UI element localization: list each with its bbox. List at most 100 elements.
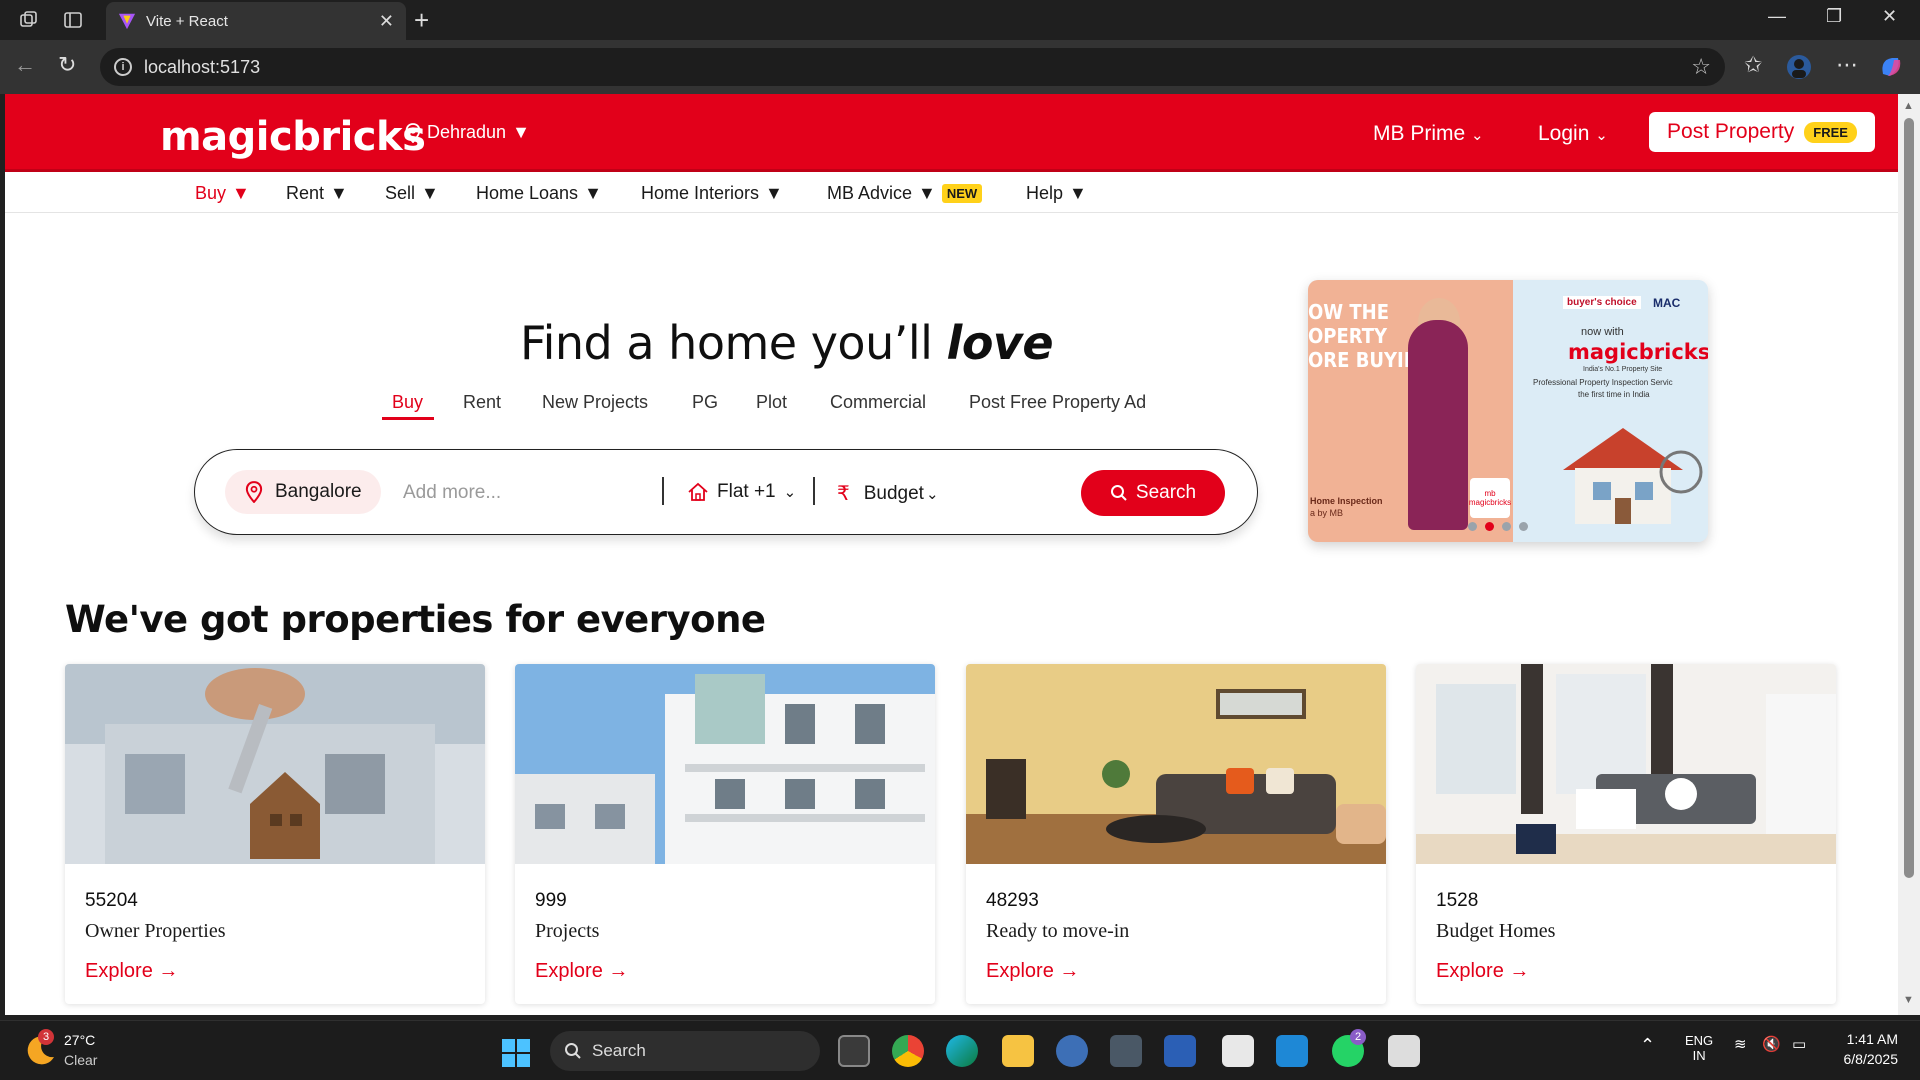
mb-prime-menu[interactable]: MB Prime ⌄ bbox=[1373, 122, 1484, 146]
search-tab-pg[interactable]: PG bbox=[692, 392, 718, 413]
location-pin-icon bbox=[405, 122, 421, 143]
workspaces-icon[interactable] bbox=[14, 5, 44, 35]
search-tab-rent[interactable]: Rent bbox=[463, 392, 501, 413]
search-tab-commercial[interactable]: Commercial bbox=[830, 392, 926, 413]
nav-item-home-interiors[interactable]: Home Interiors ▼ bbox=[641, 183, 783, 204]
explore-link[interactable]: Explore → bbox=[986, 960, 1079, 983]
region-code: IN bbox=[1692, 1048, 1706, 1063]
login-label: Login bbox=[1538, 122, 1590, 145]
page-scrollbar[interactable]: ▲ ▼ bbox=[1898, 94, 1920, 1015]
taskbar-search[interactable]: Search bbox=[550, 1031, 820, 1071]
reload-icon[interactable]: ↻ bbox=[58, 52, 76, 78]
new-tab-button[interactable]: + bbox=[414, 4, 429, 36]
chrome-icon[interactable] bbox=[892, 1035, 924, 1067]
language-indicator[interactable]: ENG IN bbox=[1685, 1033, 1713, 1063]
chevron-down-icon: ⌄ bbox=[1595, 127, 1608, 144]
task-view-icon[interactable] bbox=[838, 1035, 870, 1067]
card-label: Projects bbox=[535, 920, 600, 942]
scroll-down-icon[interactable]: ▼ bbox=[1903, 994, 1914, 1006]
scrollbar-thumb[interactable] bbox=[1904, 118, 1914, 878]
property-card-budget[interactable]: 1528 Budget Homes Explore → bbox=[1416, 664, 1836, 1004]
favorites-icon[interactable]: ✩ bbox=[1744, 52, 1762, 78]
property-type-dropdown[interactable]: Flat +1 ⌄ bbox=[687, 481, 796, 503]
property-card-owner[interactable]: 55204 Owner Properties Explore → bbox=[65, 664, 485, 1004]
section-title: We've got properties for everyone bbox=[65, 598, 766, 641]
edge-icon[interactable] bbox=[946, 1035, 978, 1067]
tab-actions-icon[interactable] bbox=[58, 5, 88, 35]
apartment-building-image bbox=[515, 664, 935, 864]
budget-dropdown[interactable]: ₹ Budget ⌄ bbox=[837, 481, 939, 506]
nav-item-mb-advice[interactable]: MB Advice ▼ NEW bbox=[827, 183, 983, 204]
file-explorer-icon[interactable] bbox=[1002, 1035, 1034, 1067]
battery-icon[interactable]: ▭ bbox=[1792, 1035, 1806, 1053]
nav-label: Buy bbox=[195, 183, 227, 203]
close-window-icon[interactable]: ✕ bbox=[1882, 6, 1897, 27]
vite-favicon-icon bbox=[118, 13, 136, 30]
chevron-down-icon: ⌄ bbox=[925, 485, 939, 503]
minimize-icon[interactable]: — bbox=[1768, 6, 1786, 27]
login-menu[interactable]: Login ⌄ bbox=[1538, 122, 1608, 146]
wifi-icon[interactable]: ≋ bbox=[1734, 1035, 1747, 1053]
back-icon[interactable]: ← bbox=[14, 52, 36, 78]
banner-headline-1: OW THE bbox=[1308, 300, 1390, 324]
budget-value: Budget bbox=[863, 482, 924, 504]
hero-title-emphasis: love bbox=[946, 316, 1054, 370]
nav-item-buy[interactable]: Buy ▼ bbox=[195, 183, 250, 204]
word-icon[interactable] bbox=[1164, 1035, 1196, 1067]
chatgpt-icon[interactable] bbox=[1222, 1035, 1254, 1067]
close-tab-icon[interactable]: ✕ bbox=[379, 11, 394, 32]
more-options-icon[interactable]: ⋯ bbox=[1836, 52, 1858, 78]
explore-link[interactable]: Explore → bbox=[85, 960, 178, 983]
carousel-dot[interactable] bbox=[1468, 522, 1477, 531]
search-tab-new-projects[interactable]: New Projects bbox=[542, 392, 648, 413]
camera-icon[interactable] bbox=[1110, 1035, 1142, 1067]
favorite-star-icon[interactable]: ☆ bbox=[1691, 54, 1711, 80]
location-chip[interactable]: Bangalore bbox=[225, 470, 381, 514]
post-property-button[interactable]: Post Property FREE bbox=[1649, 112, 1875, 152]
search-tab-plot[interactable]: Plot bbox=[756, 392, 787, 413]
active-tab-underline bbox=[382, 417, 434, 420]
nav-item-help[interactable]: Help ▼ bbox=[1026, 183, 1087, 204]
property-card-ready[interactable]: 48293 Ready to move-in Explore → bbox=[966, 664, 1386, 1004]
city-selector[interactable]: Dehradun ▼ bbox=[405, 122, 530, 143]
carousel-dot[interactable] bbox=[1519, 522, 1528, 531]
search-tab-post-free-ad[interactable]: Post Free Property Ad bbox=[969, 392, 1146, 413]
profile-avatar[interactable] bbox=[1786, 54, 1812, 86]
banner-tagline: India's No.1 Property Site bbox=[1583, 366, 1663, 373]
mac-logo: MAC bbox=[1653, 296, 1681, 310]
nav-item-home-loans[interactable]: Home Loans ▼ bbox=[476, 183, 602, 204]
volume-muted-icon[interactable]: 🔇 bbox=[1762, 1035, 1781, 1053]
card-label: Ready to move-in bbox=[986, 920, 1130, 942]
location-input[interactable]: Add more... bbox=[403, 482, 501, 504]
scroll-up-icon[interactable]: ▲ bbox=[1903, 100, 1914, 112]
restore-icon[interactable]: ❐ bbox=[1826, 6, 1842, 27]
banner-brand: magicbricks bbox=[1568, 340, 1708, 364]
tab-title: Vite + React bbox=[146, 12, 228, 30]
caret-down-icon: ▼ bbox=[918, 183, 936, 203]
taskbar-search-label: Search bbox=[592, 1041, 646, 1060]
explore-link[interactable]: Explore → bbox=[1436, 960, 1529, 983]
nav-item-rent[interactable]: Rent ▼ bbox=[286, 183, 348, 204]
explore-link[interactable]: Explore → bbox=[535, 960, 628, 983]
copilot-icon[interactable] bbox=[1878, 54, 1904, 86]
settings-icon[interactable] bbox=[1056, 1035, 1088, 1067]
property-card-projects[interactable]: 999 Projects Explore → bbox=[515, 664, 935, 1004]
start-button[interactable] bbox=[502, 1039, 530, 1067]
site-logo[interactable]: magicbricks bbox=[160, 114, 426, 160]
search-tab-buy[interactable]: Buy bbox=[392, 392, 423, 413]
tray-chevron-icon[interactable]: ⌃ bbox=[1640, 1035, 1655, 1056]
vscode-icon[interactable] bbox=[1276, 1035, 1308, 1067]
browser-tab[interactable]: Vite + React ✕ bbox=[106, 2, 406, 40]
mb-prime-label: MB Prime bbox=[1373, 122, 1466, 145]
carousel-dot-active[interactable] bbox=[1485, 522, 1494, 531]
github-icon[interactable] bbox=[1388, 1035, 1420, 1067]
promo-banner[interactable]: OW THE OPERTY ORE BUYING! mb magicbricks… bbox=[1308, 280, 1708, 542]
banner-right-panel: buyer's choice MAC now with magicbricks … bbox=[1513, 280, 1708, 542]
carousel-dot[interactable] bbox=[1502, 522, 1511, 531]
nav-label: Help bbox=[1026, 183, 1064, 203]
nav-item-sell[interactable]: Sell ▼ bbox=[385, 183, 439, 204]
url-input[interactable]: i localhost:5173 ☆ bbox=[100, 48, 1725, 86]
system-clock[interactable]: 1:41 AM 6/8/2025 bbox=[1838, 1031, 1899, 1067]
site-info-icon[interactable]: i bbox=[114, 58, 132, 76]
search-button[interactable]: Search bbox=[1081, 470, 1225, 516]
